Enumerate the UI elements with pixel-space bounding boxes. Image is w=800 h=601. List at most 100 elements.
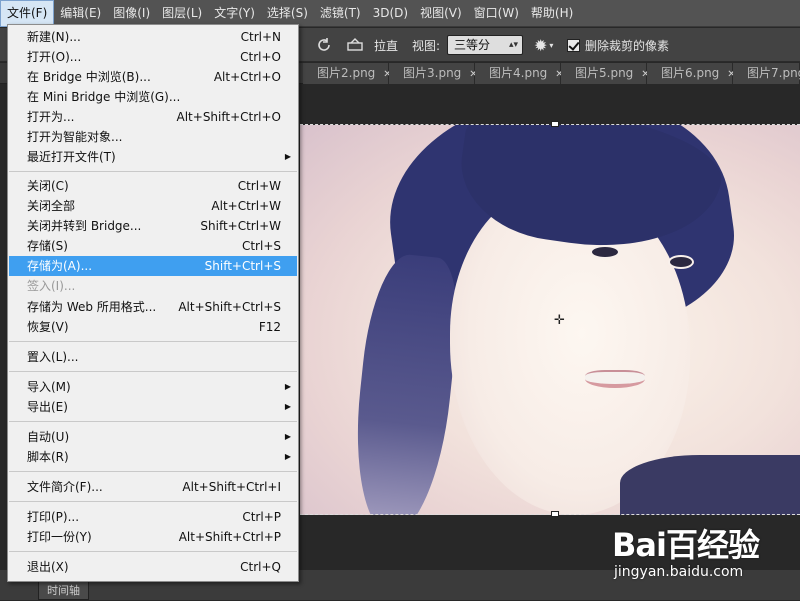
menu-file[interactable]: 文件(F) — [0, 0, 55, 27]
menu-item-shortcut: Alt+Shift+Ctrl+S — [178, 300, 281, 314]
tab-label: 图片6.png — [661, 66, 720, 80]
menu-item-shortcut: Alt+Ctrl+O — [213, 70, 281, 84]
menu-filter[interactable]: 滤镜(T) — [314, 0, 367, 27]
menu-item-label: 置入(L)... — [27, 350, 79, 364]
menu-item-label: 退出(X) — [27, 560, 69, 574]
submenu-arrow-icon: ▶ — [284, 382, 291, 391]
menu-item-open-as[interactable]: 打开为... Alt+Shift+Ctrl+O — [9, 107, 297, 127]
menu-item-close[interactable]: 关闭(C) Ctrl+W — [9, 176, 297, 196]
tab-doc[interactable]: 图片7.png — [733, 63, 800, 84]
menu-item-import[interactable]: 导入(M) ▶ — [9, 377, 297, 397]
crop-handle[interactable] — [551, 121, 559, 127]
menu-item-close-go-bridge[interactable]: 关闭并转到 Bridge... Shift+Ctrl+W — [9, 216, 297, 236]
menu-layer[interactable]: 图层(L) — [156, 0, 208, 27]
menu-item-label: 关闭并转到 Bridge... — [27, 219, 142, 233]
menu-3d[interactable]: 3D(D) — [367, 0, 414, 27]
crop-handle[interactable] — [551, 511, 559, 517]
tab-label: 图片4.png — [489, 66, 548, 80]
menu-item-close-all[interactable]: 关闭全部 Alt+Ctrl+W — [9, 196, 297, 216]
menu-item-save-as[interactable]: 存储为(A)... Shift+Ctrl+S — [9, 256, 297, 276]
tab-doc[interactable]: 图片5.png ✕ — [561, 63, 650, 84]
menu-item-shortcut: Alt+Ctrl+W — [211, 199, 281, 213]
menu-item-label: 导出(E) — [27, 400, 68, 414]
menu-item-shortcut: Alt+Shift+Ctrl+I — [182, 480, 281, 494]
menu-item-label: 导入(M) — [27, 380, 71, 394]
rotate-icon[interactable] — [316, 28, 332, 62]
delete-cropped-label: 删除裁剪的像素 — [585, 38, 670, 53]
delete-cropped-toggle[interactable]: 删除裁剪的像素 — [567, 28, 669, 62]
menu-item-label: 文件简介(F)... — [27, 480, 103, 494]
menu-item-print-one-copy[interactable]: 打印一份(Y) Alt+Shift+Ctrl+P — [9, 527, 297, 547]
menu-item-export[interactable]: 导出(E) ▶ — [9, 397, 297, 417]
tab-doc[interactable]: 图片6.png ✕ — [647, 63, 736, 84]
hair-shape — [345, 251, 465, 515]
menu-item-shortcut: Ctrl+Q — [240, 560, 281, 574]
menu-item-open[interactable]: 打开(O)... Ctrl+O — [9, 47, 297, 67]
watermark-url: jingyan.baidu.com — [614, 564, 744, 580]
mouth-shape — [585, 370, 645, 388]
tab-label: 图片3.png — [403, 66, 462, 80]
menu-separator — [9, 171, 297, 172]
shirt-shape — [620, 455, 800, 515]
menu-view[interactable]: 视图(V) — [414, 0, 468, 27]
straighten-label[interactable]: 拉直 — [374, 28, 398, 62]
menu-item-place[interactable]: 置入(L)... — [9, 347, 297, 367]
eye-shape — [668, 255, 694, 269]
delete-cropped-checkbox[interactable] — [567, 38, 580, 52]
menu-select[interactable]: 选择(S) — [261, 0, 314, 27]
menu-item-shortcut: F12 — [258, 320, 281, 334]
menu-item-shortcut: Ctrl+N — [240, 30, 281, 44]
menu-item-label: 打印(P)... — [27, 510, 80, 524]
menu-item-shortcut: Alt+Shift+Ctrl+O — [176, 110, 281, 124]
menu-item-scripts[interactable]: 脚本(R) ▶ — [9, 447, 297, 467]
timeline-panel-tab[interactable]: 时间轴 — [38, 580, 89, 600]
menu-item-label: 关闭(C) — [27, 179, 69, 193]
menu-item-label: 打开为智能对象... — [27, 130, 123, 144]
menu-image[interactable]: 图像(I) — [107, 0, 156, 27]
menu-item-shortcut: Ctrl+O — [240, 50, 281, 64]
menu-separator — [9, 341, 297, 342]
menu-item-label: 自动(U) — [27, 430, 70, 444]
menu-window[interactable]: 窗口(W) — [468, 0, 525, 27]
submenu-arrow-icon: ▶ — [284, 432, 291, 441]
tab-doc[interactable]: 图片2.png ✕ — [303, 63, 392, 84]
view-select[interactable]: 三等分 ▴▾ — [447, 35, 523, 55]
crosshair-icon: ✛ — [554, 313, 565, 328]
menu-item-shortcut: Ctrl+P — [242, 510, 281, 524]
menu-item-label: 存储(S) — [27, 239, 68, 253]
menu-item-file-info[interactable]: 文件简介(F)... Alt+Shift+Ctrl+I — [9, 477, 297, 497]
view-select-value: 三等分 — [454, 38, 491, 52]
submenu-arrow-icon: ▶ — [284, 402, 291, 411]
menu-item-recent-files[interactable]: 最近打开文件(T) ▶ — [9, 147, 297, 167]
submenu-arrow-icon: ▶ — [284, 152, 291, 161]
baidu-logo: Bai百经验 — [612, 520, 760, 566]
menu-item-browse-bridge[interactable]: 在 Bridge 中浏览(B)... Alt+Ctrl+O — [9, 67, 297, 87]
menu-item-label: 在 Mini Bridge 中浏览(G)... — [27, 90, 181, 104]
menu-item-exit[interactable]: 退出(X) Ctrl+Q — [9, 557, 297, 577]
menu-item-new[interactable]: 新建(N)... Ctrl+N — [9, 27, 297, 47]
menu-item-shortcut: Ctrl+W — [237, 179, 281, 193]
menu-item-save-for-web[interactable]: 存储为 Web 所用格式... Alt+Shift+Ctrl+S — [9, 297, 297, 317]
menu-type[interactable]: 文字(Y) — [208, 0, 261, 27]
menu-item-print[interactable]: 打印(P)... Ctrl+P — [9, 507, 297, 527]
menu-item-revert[interactable]: 恢复(V) F12 — [9, 317, 297, 337]
menu-item-shortcut: Alt+Shift+Ctrl+P — [178, 530, 281, 544]
tab-label: 图片7.png — [747, 66, 800, 80]
menu-item-automate[interactable]: 自动(U) ▶ — [9, 427, 297, 447]
straighten-icon[interactable] — [346, 28, 364, 62]
menu-item-save[interactable]: 存储(S) Ctrl+S — [9, 236, 297, 256]
gear-icon[interactable]: ✹ ▾ — [534, 28, 553, 62]
tab-label: 图片5.png — [575, 66, 634, 80]
crop-border — [300, 124, 800, 125]
menu-item-shortcut: Ctrl+S — [241, 239, 281, 253]
menu-item-open-smart-object[interactable]: 打开为智能对象... — [9, 127, 297, 147]
menu-separator — [9, 551, 297, 552]
document-image[interactable] — [300, 125, 800, 515]
menu-edit[interactable]: 编辑(E) — [54, 0, 107, 27]
menu-item-label: 脚本(R) — [27, 450, 69, 464]
menu-item-browse-mini-bridge[interactable]: 在 Mini Bridge 中浏览(G)... — [9, 87, 297, 107]
menu-help[interactable]: 帮助(H) — [525, 0, 579, 27]
tab-doc[interactable]: 图片4.png ✕ — [475, 63, 564, 84]
menu-item-label: 恢复(V) — [27, 320, 69, 334]
tab-doc[interactable]: 图片3.png ✕ — [389, 63, 478, 84]
